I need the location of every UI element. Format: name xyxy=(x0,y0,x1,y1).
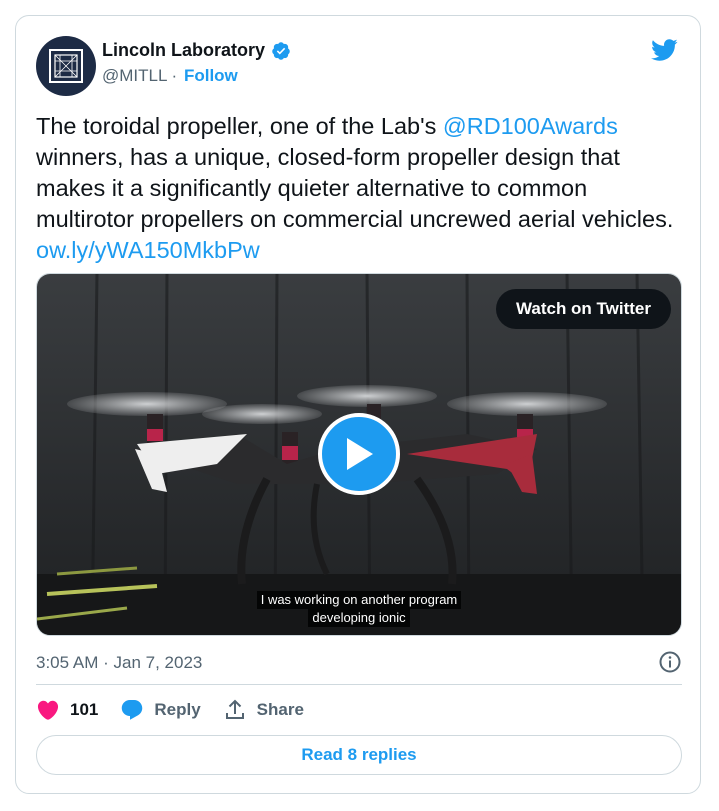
tweet-text-part1: The toroidal propeller, one of the Lab's xyxy=(36,113,443,139)
watch-on-twitter-button[interactable]: Watch on Twitter xyxy=(495,289,671,329)
share-button[interactable]: Share xyxy=(223,698,304,722)
caption-line-1: I was working on another program xyxy=(256,591,462,609)
heart-icon xyxy=(37,700,59,720)
author-name-row: Lincoln Laboratory xyxy=(102,40,291,61)
author-name[interactable]: Lincoln Laboratory xyxy=(102,40,265,61)
author-handle[interactable]: @MITLL xyxy=(102,66,167,85)
play-button[interactable] xyxy=(318,413,400,495)
video-caption: I was working on another program develop… xyxy=(37,591,681,627)
avatar[interactable] xyxy=(36,36,96,96)
share-label: Share xyxy=(256,700,304,719)
tweet-card: Lincoln Laboratory @MITLL · Follow The t… xyxy=(15,15,701,794)
follow-button[interactable]: Follow xyxy=(184,66,238,85)
reply-label: Reply xyxy=(154,700,201,719)
author-handle-row: @MITLL · Follow xyxy=(102,66,238,86)
lincoln-lab-logo-icon xyxy=(49,49,83,83)
timestamp-separator: · xyxy=(103,653,109,672)
video-player[interactable]: Watch on Twitter I was working on anothe… xyxy=(36,273,682,636)
info-icon[interactable] xyxy=(658,650,682,674)
timestamp-row: 3:05 AM · Jan 7, 2023 xyxy=(36,650,682,674)
reply-bubble-icon xyxy=(122,700,143,720)
like-button[interactable]: 101 xyxy=(36,698,98,722)
tweet-text: The toroidal propeller, one of the Lab's… xyxy=(36,111,676,266)
like-count: 101 xyxy=(70,700,99,719)
tweet-date[interactable]: Jan 7, 2023 xyxy=(114,653,203,672)
reply-button[interactable]: Reply xyxy=(120,698,201,722)
tweet-time[interactable]: 3:05 AM xyxy=(36,653,98,672)
url-link[interactable]: ow.ly/yWA150MkbPw xyxy=(36,237,260,263)
verified-badge-icon xyxy=(272,41,290,60)
share-icon xyxy=(225,699,244,719)
twitter-bird-icon[interactable] xyxy=(648,36,680,64)
read-replies-button[interactable]: Read 8 replies xyxy=(36,735,682,775)
play-icon xyxy=(347,438,373,470)
caption-line-2: developing ionic xyxy=(308,609,410,627)
handle-separator: · xyxy=(171,66,178,85)
mention-link[interactable]: @RD100Awards xyxy=(443,113,618,139)
action-bar: 101 Reply Share xyxy=(36,698,326,722)
tweet-text-part2: winners, has a unique, closed-form prope… xyxy=(36,144,674,232)
divider xyxy=(36,684,682,685)
